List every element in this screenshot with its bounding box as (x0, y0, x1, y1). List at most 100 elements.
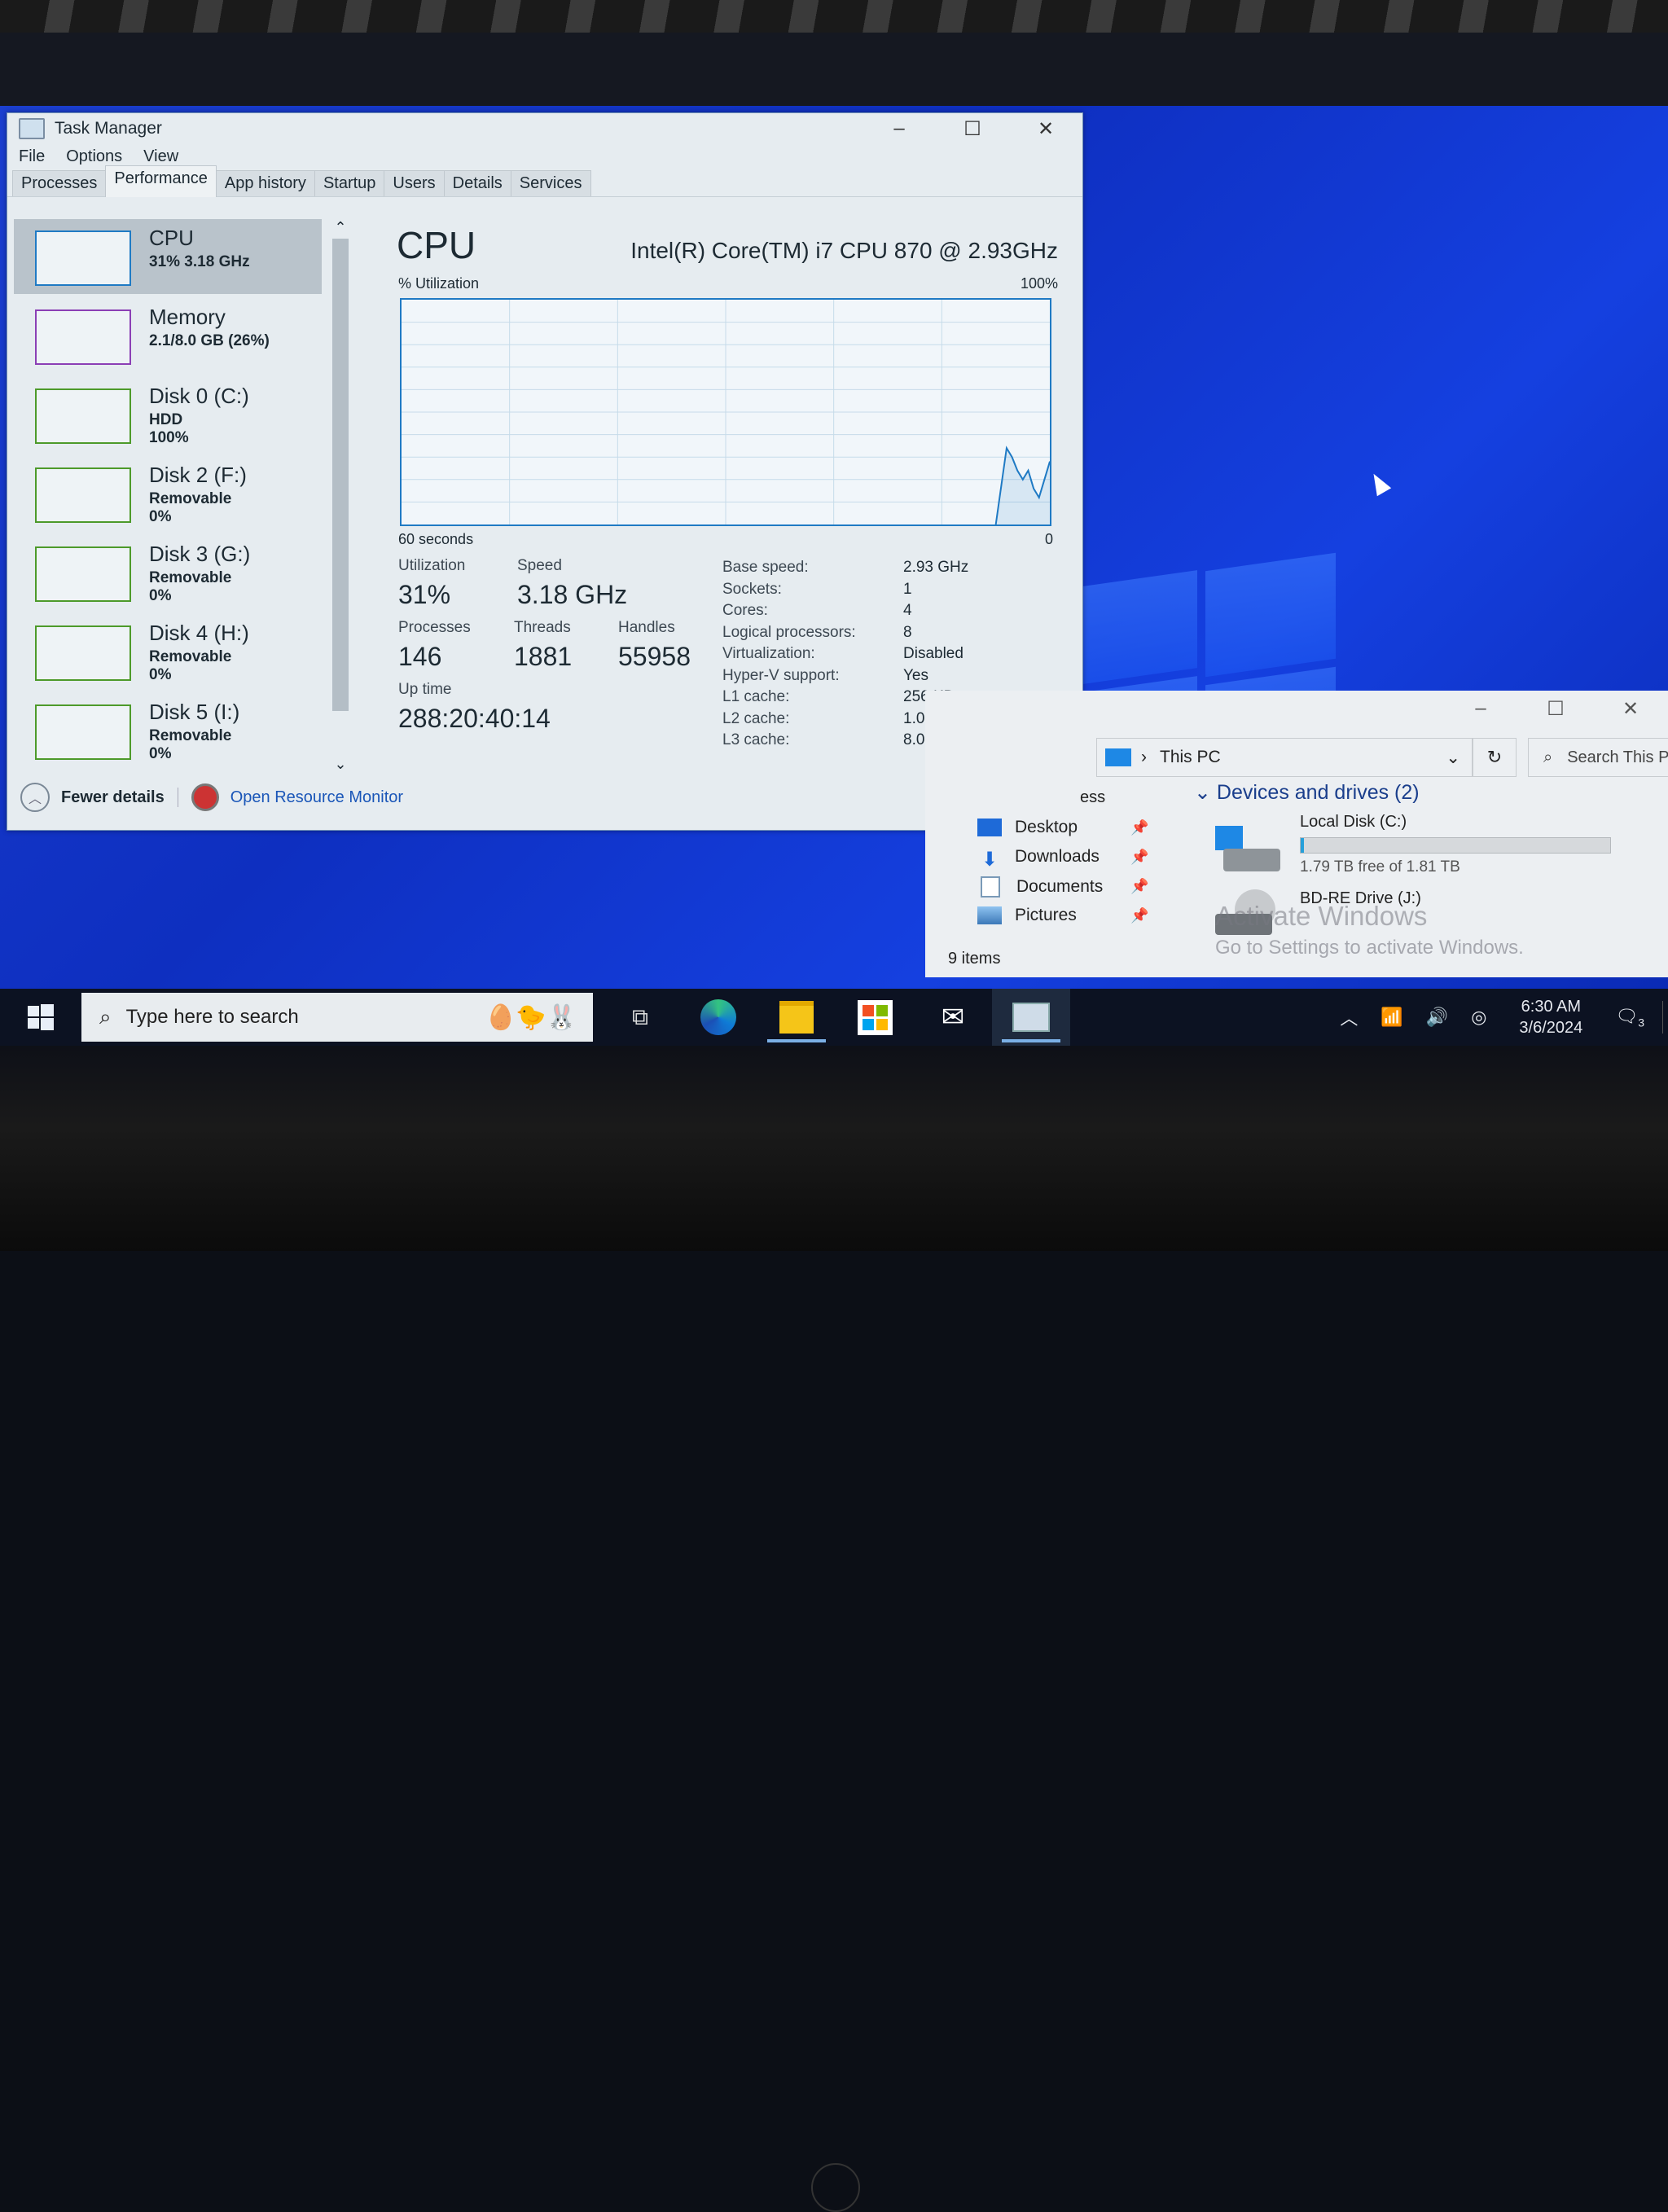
scroll-up-icon[interactable]: ⌃ (329, 219, 352, 236)
address-text: This PC (1160, 748, 1221, 766)
nav-item-pictures[interactable]: Pictures (977, 906, 1077, 925)
sidebar-item-sub2: 100% (149, 429, 189, 446)
sidebar-item-sub2: 0% (149, 508, 172, 525)
sidebar-item-disk-3-g[interactable]: Disk 3 (G:) Removable 0% (14, 535, 322, 610)
y-axis-label: % Utilization (398, 275, 480, 292)
sidebar-item-cpu[interactable]: CPU 31% 3.18 GHz (14, 219, 322, 294)
x-axis-right-label: 0 (1044, 531, 1053, 547)
detail-value: 4 (903, 602, 912, 619)
mail-button[interactable]: ✉ (914, 989, 992, 1046)
mini-graph (35, 309, 131, 365)
clock[interactable]: 6:30 AM 3/6/2024 (1519, 996, 1582, 1038)
tab-app-history[interactable]: App history (215, 170, 315, 196)
pin-icon[interactable]: 📌 (1130, 819, 1148, 836)
sidebar-item-disk-2-f[interactable]: Disk 2 (F:) Removable 0% (14, 456, 322, 531)
explorer-maximize-button[interactable]: ☐ (1518, 691, 1593, 726)
address-bar[interactable]: › This PC ⌄ (1096, 738, 1473, 777)
uptime-label: Up time (398, 681, 452, 698)
refresh-button[interactable]: ↻ (1473, 738, 1517, 777)
sidebar-item-sub1: 31% 3.18 GHz (149, 253, 250, 270)
close-button[interactable]: ✕ (1009, 113, 1082, 144)
menu-file[interactable]: File (19, 147, 45, 166)
fewer-details-button[interactable]: Fewer details (61, 788, 165, 807)
explorer-search-input[interactable]: ⌕ Search This PC (1528, 738, 1668, 777)
sidebar-item-detail: Removable 0% (149, 490, 231, 526)
task-manager-window: Task Manager – ☐ ✕ File Options View Pro… (7, 112, 1083, 831)
explorer-close-button[interactable]: ✕ (1593, 691, 1668, 726)
processes-label: Processes (398, 619, 471, 636)
nav-item-documents[interactable]: Documents (977, 876, 1103, 898)
meet-now-icon[interactable]: ◎ (1471, 1007, 1486, 1028)
resource-monitor-icon (191, 783, 219, 811)
open-resource-monitor-link[interactable]: Open Resource Monitor (230, 788, 403, 807)
windows-logo-icon (28, 1004, 54, 1030)
tab-processes[interactable]: Processes (12, 170, 107, 196)
tab-strip: Processes Performance App history Startu… (7, 165, 1082, 197)
nav-label: Pictures (1015, 906, 1077, 924)
store-icon (857, 999, 893, 1035)
detail-value: 8 (903, 623, 912, 641)
window-title: Task Manager (55, 119, 162, 138)
clock-date: 3/6/2024 (1519, 1019, 1583, 1037)
sidebar-item-disk-5-i[interactable]: Disk 5 (I:) Removable 0% (14, 693, 322, 768)
detail-value: Yes (903, 666, 928, 684)
menu-options[interactable]: Options (66, 147, 122, 166)
menu-view[interactable]: View (143, 147, 178, 166)
volume-icon[interactable]: 🔊 (1426, 1007, 1448, 1028)
disk-usage-bar (1300, 837, 1611, 854)
minimize-button[interactable]: – (863, 113, 936, 144)
disk-usage-fill (1301, 838, 1305, 853)
group-header[interactable]: ⌄ Devices and drives (2) (1194, 780, 1420, 805)
show-desktop-button[interactable] (1662, 1001, 1666, 1034)
maximize-button[interactable]: ☐ (936, 113, 1009, 144)
sidebar-item-memory[interactable]: Memory 2.1/8.0 GB (26%) (14, 298, 322, 373)
activate-windows-subtitle[interactable]: Go to Settings to activate Windows. (1215, 937, 1524, 959)
file-explorer-button[interactable] (757, 989, 836, 1046)
detail-key: L3 cache: (722, 731, 790, 748)
cpu-model: Intel(R) Core(TM) i7 CPU 870 @ 2.93GHz (630, 238, 1058, 263)
nav-partial-item[interactable]: ess (1080, 788, 1105, 807)
taskbar-search-box[interactable]: ⌕ Type here to search 🥚🐤🐰 (81, 993, 593, 1042)
edge-button[interactable] (679, 989, 757, 1046)
pin-icon[interactable]: 📌 (1130, 849, 1148, 866)
monitor-bezel-bottom (0, 1046, 1668, 2212)
chevron-up-icon[interactable]: ︿ (20, 783, 50, 812)
tab-startup[interactable]: Startup (314, 170, 385, 196)
address-dropdown-icon[interactable]: ⌄ (1446, 748, 1460, 768)
scroll-down-icon[interactable]: ⌄ (329, 756, 352, 773)
tab-services[interactable]: Services (510, 170, 591, 196)
activate-windows-title: Activate Windows (1215, 901, 1428, 931)
pin-icon[interactable]: 📌 (1130, 907, 1148, 924)
title-bar[interactable]: Task Manager – ☐ ✕ (7, 113, 1082, 144)
sidebar-item-name: Disk 3 (G:) (149, 542, 251, 566)
tab-details[interactable]: Details (443, 170, 511, 196)
pin-icon[interactable]: 📌 (1130, 878, 1148, 895)
speed-value: 3.18 GHz (517, 580, 628, 609)
tab-performance[interactable]: Performance (105, 165, 217, 197)
refresh-icon: ↻ (1486, 747, 1503, 767)
explorer-minimize-button[interactable]: – (1443, 691, 1518, 726)
sidebar-item-name: Disk 2 (F:) (149, 463, 247, 487)
sidebar-item-sub1: Removable (149, 727, 232, 744)
utilization-value: 31% (398, 580, 451, 609)
sidebar-item-disk-0-c[interactable]: Disk 0 (C:) HDD 100% (14, 377, 322, 452)
scroll-thumb[interactable] (332, 239, 349, 711)
store-button[interactable] (836, 989, 914, 1046)
show-hidden-icons-chevron-icon[interactable]: ︿ (1340, 1004, 1358, 1030)
uptime-value: 288:20:40:14 (398, 704, 551, 733)
task-manager-button[interactable] (992, 989, 1070, 1046)
sidebar-scrollbar[interactable]: ⌃ ⌄ (329, 219, 352, 773)
task-view-button[interactable]: ⧉ (601, 989, 679, 1046)
local-disk-name[interactable]: Local Disk (C:) (1300, 813, 1407, 832)
sidebar-item-disk-4-h[interactable]: Disk 4 (H:) Removable 0% (14, 614, 322, 689)
nav-item-downloads[interactable]: ⬇ Downloads (977, 847, 1100, 871)
notification-center-icon[interactable]: 🗨3 (1615, 1006, 1644, 1029)
cpu-graph (400, 298, 1051, 526)
downloads-icon: ⬇ (981, 849, 999, 871)
wifi-icon[interactable]: 📶 (1380, 1007, 1402, 1028)
nav-item-desktop[interactable]: Desktop (977, 818, 1078, 837)
tab-users[interactable]: Users (384, 170, 445, 196)
start-button[interactable] (0, 989, 81, 1046)
mini-graph (35, 388, 131, 444)
easter-decoration-icon: 🥚🐤🐰 (485, 1003, 577, 1031)
